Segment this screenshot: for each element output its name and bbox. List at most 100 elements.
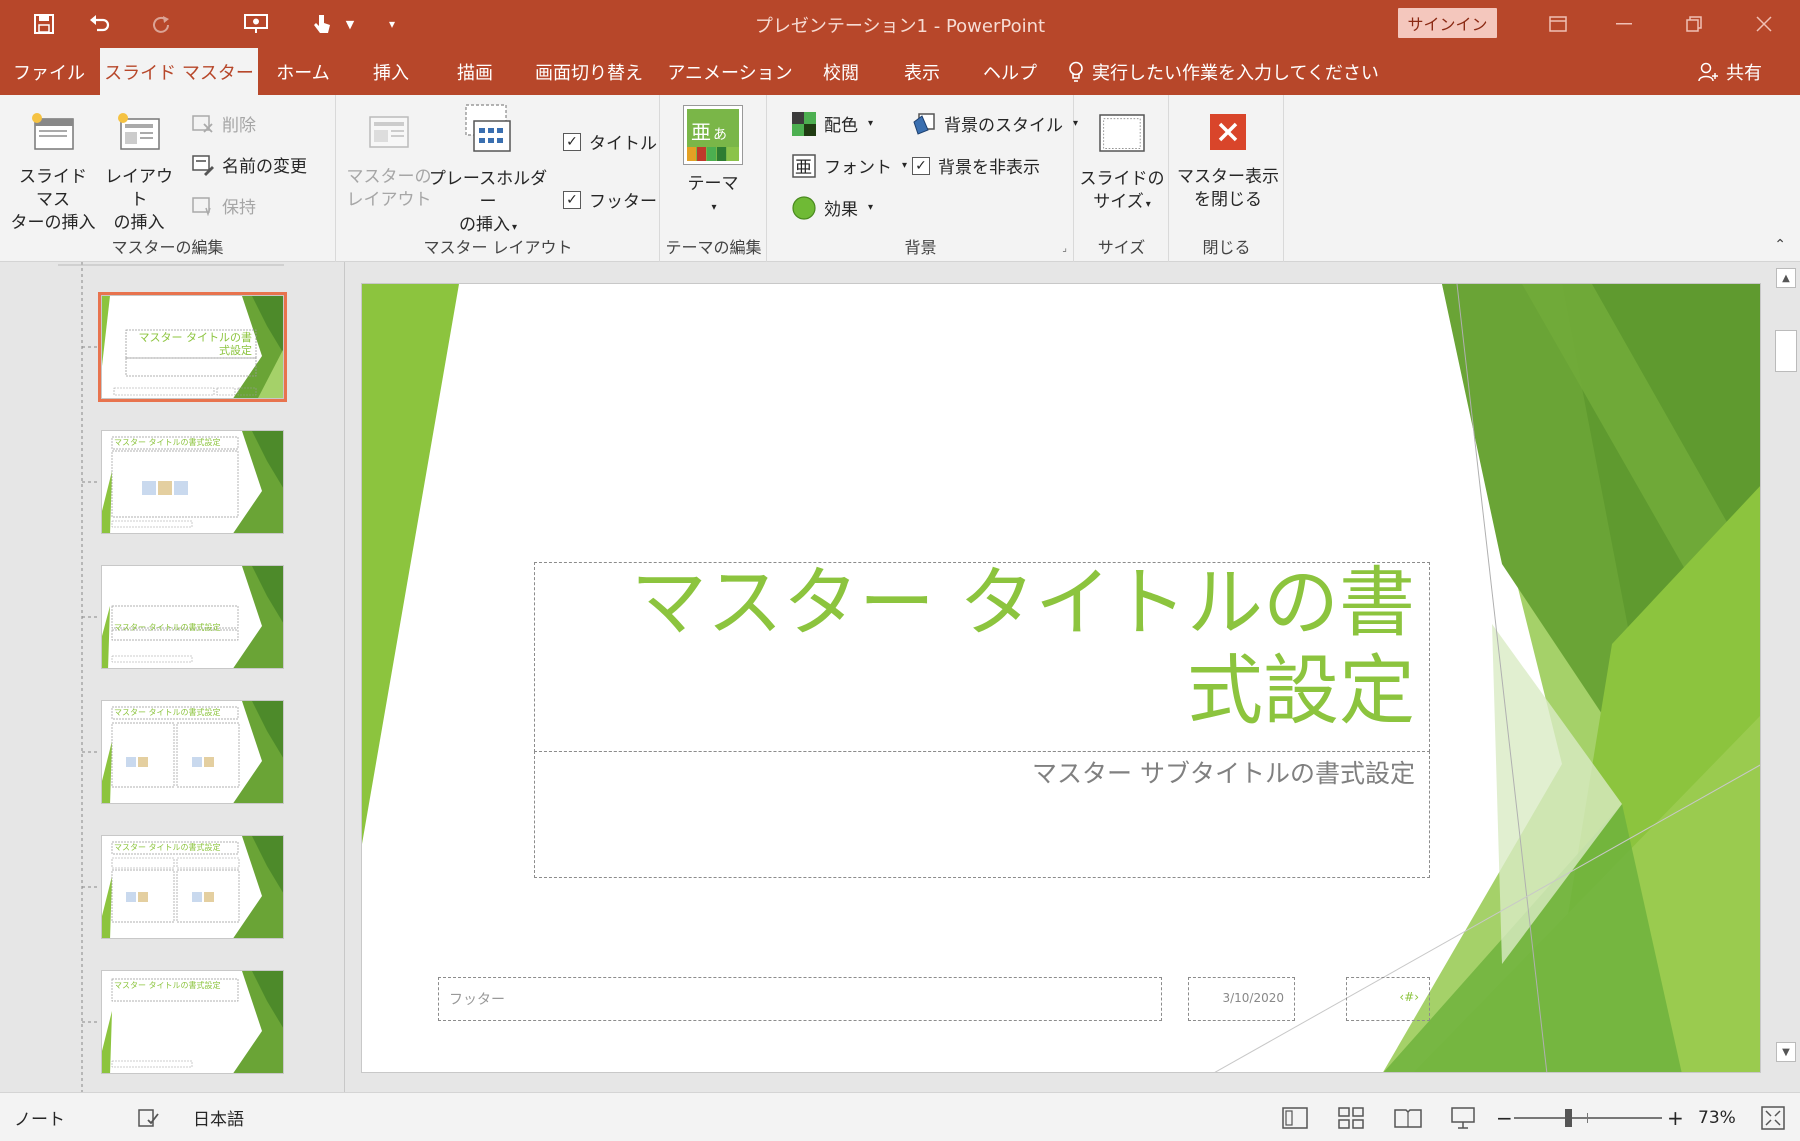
tab-slide-master[interactable]: スライド マスター xyxy=(100,48,258,95)
slide-sorter-icon[interactable] xyxy=(1338,1093,1364,1141)
accessibility-icon[interactable] xyxy=(138,1093,160,1141)
vertical-scrollbar[interactable]: ▲ ▼ xyxy=(1772,262,1800,1068)
tell-me-box[interactable]: 実行したい作業を入力してください xyxy=(1068,48,1379,95)
effects-button[interactable]: 効果 ▾ xyxy=(792,195,873,220)
effects-icon xyxy=(792,195,816,220)
tab-view[interactable]: 表示 xyxy=(888,48,956,95)
restore-icon[interactable] xyxy=(1664,6,1724,42)
scroll-down-icon[interactable]: ▼ xyxy=(1776,1042,1796,1062)
scroll-up-icon[interactable]: ▲ xyxy=(1776,268,1796,288)
themes-button[interactable]: 亜あ テーマ ▾ xyxy=(673,105,753,219)
insert-placeholder-label: プレースホルダー の挿入 ▾ xyxy=(428,169,548,235)
title-checkbox-box[interactable]: ✓ xyxy=(563,132,581,151)
status-bar: ノート 日本語 − + 73% xyxy=(0,1092,1800,1141)
svg-text:あ: あ xyxy=(713,127,727,143)
zoom-slider[interactable] xyxy=(1514,1093,1662,1141)
thumbnail-slide-master[interactable]: マスター タイトルの書式設定 xyxy=(98,292,287,402)
slide-title: マスター タイトルの書式設定 xyxy=(630,558,1415,735)
footer-checkbox-box[interactable]: ✓ xyxy=(563,190,581,209)
date-text: 3/10/2020 xyxy=(1222,991,1284,1005)
thumbnail-layout-6[interactable]: マスター タイトルの書式設定 xyxy=(101,970,284,1074)
fonts-button[interactable]: 亜 フォント ▾ xyxy=(792,153,907,178)
insert-placeholder-button[interactable]: プレースホルダー の挿入 ▾ xyxy=(423,103,553,239)
thumbnail-layout-5[interactable]: マスター タイトルの書式設定 xyxy=(101,835,284,939)
hide-background-checkbox-box[interactable]: ✓ xyxy=(912,156,930,175)
preserve-button[interactable]: 保持 xyxy=(192,193,256,218)
slide-size-label: スライドの サイズ ▾ xyxy=(1079,169,1165,212)
tab-help[interactable]: ヘルプ xyxy=(972,48,1048,95)
delete-button[interactable]: 削除 xyxy=(192,111,256,136)
tab-review[interactable]: 校閲 xyxy=(808,48,874,95)
background-styles-button[interactable]: 背景のスタイル ▾ xyxy=(912,111,1078,136)
tab-insert[interactable]: 挿入 xyxy=(352,48,430,95)
ribbon-display-options-icon[interactable] xyxy=(1528,6,1588,42)
ribbon: スライド マス ターの挿入 レイアウト の挿入 削除 名前の変更 保持 マスター… xyxy=(0,95,1800,262)
slide-size-button[interactable]: スライドの サイズ ▾ xyxy=(1079,113,1165,216)
tab-animations[interactable]: アニメーション xyxy=(667,48,792,95)
footer-text: フッター xyxy=(449,992,505,1008)
minimize-icon[interactable] xyxy=(1594,6,1654,42)
svg-text:亜: 亜 xyxy=(691,120,711,144)
title-placeholder[interactable]: マスター タイトルの書式設定 xyxy=(534,558,1430,752)
close-master-view-button[interactable]: マスター表示 を閉じる xyxy=(1174,113,1282,212)
share-button[interactable]: 共有 xyxy=(1698,48,1762,95)
slide-number-placeholder[interactable]: ‹#› xyxy=(1346,977,1430,1021)
rename-icon xyxy=(192,154,214,176)
background-styles-label: 背景のスタイル xyxy=(944,116,1063,136)
title-checkbox-label: タイトル xyxy=(589,134,657,154)
group-label-background: 背景 xyxy=(904,238,937,257)
collapse-ribbon-icon[interactable]: ⌃ xyxy=(1774,237,1786,253)
slideshow-icon[interactable] xyxy=(1450,1093,1476,1141)
tell-me-label: 実行したい作業を入力してください xyxy=(1092,62,1379,84)
zoom-in-button[interactable]: + xyxy=(1667,1093,1684,1141)
svg-text:亜: 亜 xyxy=(795,158,812,178)
group-master-layout: マスターの レイアウト プレースホルダー の挿入 ▾ ✓ タイトル ✓ フッター … xyxy=(337,95,660,262)
thumbnail-layout-2[interactable]: マスター タイトルの書式設定 xyxy=(101,430,284,534)
dialog-launcher-icon[interactable]: ⌟ xyxy=(1062,243,1067,254)
normal-view-icon[interactable] xyxy=(1282,1093,1308,1141)
insert-layout-icon xyxy=(118,113,160,150)
ribbon-tab-bar: ファイル スライド マスター ホーム 挿入 描画 画面切り替え アニメーション … xyxy=(0,48,1800,95)
colors-button[interactable]: 配色 ▾ xyxy=(792,111,873,136)
title-checkbox[interactable]: ✓ タイトル xyxy=(563,129,657,154)
colors-label: 配色 xyxy=(824,116,858,136)
group-label-size: サイズ xyxy=(1097,238,1146,257)
notes-button[interactable]: ノート xyxy=(14,1093,65,1141)
master-layout-button[interactable]: マスターの レイアウト xyxy=(345,113,433,212)
master-layout-icon xyxy=(369,116,409,148)
insert-layout-button[interactable]: レイアウト の挿入 xyxy=(100,113,178,235)
hide-background-checkbox[interactable]: ✓ 背景を非表示 xyxy=(912,153,1040,178)
lightbulb-icon xyxy=(1069,61,1083,82)
subtitle-placeholder[interactable]: マスター サブタイトルの書式設定 xyxy=(534,751,1430,878)
footer-placeholder[interactable]: フッター xyxy=(438,977,1162,1021)
tab-home[interactable]: ホーム xyxy=(262,48,344,95)
date-placeholder[interactable]: 3/10/2020 xyxy=(1188,977,1295,1021)
thumbnail-layout-4[interactable]: マスター タイトルの書式設定 xyxy=(101,700,284,804)
tab-file[interactable]: ファイル xyxy=(0,48,98,95)
close-master-view-label: マスター表示 を閉じる xyxy=(1177,167,1279,210)
fit-to-window-icon[interactable] xyxy=(1760,1093,1786,1141)
tab-draw[interactable]: 描画 xyxy=(436,48,514,95)
reading-view-icon[interactable] xyxy=(1394,1093,1422,1141)
delete-icon xyxy=(192,114,213,133)
group-edit-theme: 亜あ テーマ ▾ テーマの編集 xyxy=(661,95,767,262)
close-icon[interactable] xyxy=(1734,6,1794,42)
background-styles-icon xyxy=(913,112,935,135)
zoom-slider-thumb[interactable] xyxy=(1565,1108,1572,1127)
rename-button[interactable]: 名前の変更 xyxy=(192,152,307,177)
scroll-thumb[interactable] xyxy=(1775,330,1797,372)
slide-canvas[interactable]: マスター タイトルの書式設定 マスター サブタイトルの書式設定 フッター 3/1… xyxy=(361,283,1761,1073)
thumbnail-title: マスター タイトルの書式設定 xyxy=(138,331,253,357)
language-label[interactable]: 日本語 xyxy=(193,1093,244,1141)
signin-button[interactable]: サインイン xyxy=(1398,8,1497,38)
zoom-level[interactable]: 73% xyxy=(1698,1093,1736,1141)
thumbnail-title: マスター タイトルの書式設定 xyxy=(114,623,221,632)
insert-slide-master-button[interactable]: スライド マス ターの挿入 xyxy=(8,113,98,235)
tab-transitions[interactable]: 画面切り替え xyxy=(528,48,650,95)
thumbnail-layout-3[interactable]: マスター タイトルの書式設定 xyxy=(101,565,284,669)
zoom-out-button[interactable]: − xyxy=(1496,1093,1513,1141)
hide-background-label: 背景を非表示 xyxy=(938,158,1040,178)
footer-checkbox[interactable]: ✓ フッター xyxy=(563,187,657,212)
thumbnail-title: マスター タイトルの書式設定 xyxy=(114,981,221,990)
insert-placeholder-icon xyxy=(465,104,511,152)
